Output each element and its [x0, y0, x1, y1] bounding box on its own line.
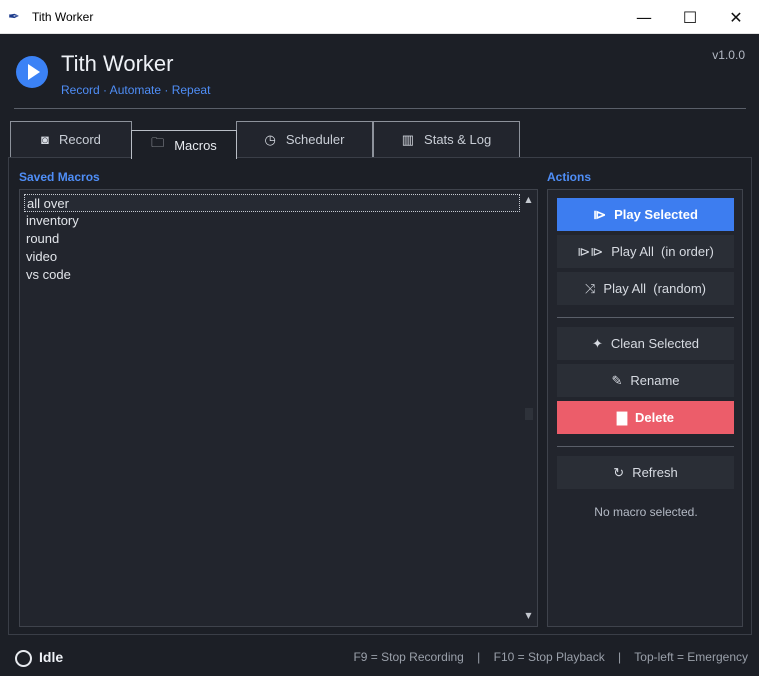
delete-button[interactable]: ▇ Delete [557, 401, 734, 434]
play-all-order-button[interactable]: ⧐⧐ Play All (in order) [557, 235, 734, 268]
status-bar: Idle F9 = Stop Recording | F10 = Stop Pl… [0, 640, 759, 676]
button-label: Play Selected [614, 207, 698, 222]
status-state: Idle [39, 649, 64, 665]
play-all-random-button[interactable]: ⤨ Play All (random) [557, 272, 734, 305]
play-logo-icon [16, 56, 48, 88]
button-label: Play All (in order) [611, 244, 714, 259]
clock-icon: ◷ [264, 131, 276, 147]
maximize-button[interactable]: ☐ [667, 0, 713, 34]
tab-record[interactable]: ◙ Record [10, 121, 132, 157]
tab-label: Stats & Log [424, 132, 492, 147]
play-selected-button[interactable]: ⧐ Play Selected [557, 198, 734, 231]
button-label: Rename [630, 373, 680, 388]
folder-icon: 🗀 [151, 135, 165, 150]
refresh-button[interactable]: ↻ Refresh [557, 456, 734, 489]
record-icon: ◙ [41, 132, 49, 147]
window-title: Tith Worker [32, 9, 94, 24]
actions-panel: ⧐ Play Selected ⧐⧐ Play All (in order) ⤨… [547, 189, 743, 627]
refresh-icon: ↻ [613, 464, 625, 480]
tab-macros[interactable]: 🗀 Macros [131, 130, 237, 159]
button-label: Delete [634, 410, 675, 425]
button-label: Play All (random) [603, 281, 706, 296]
actions-label: Actions [547, 170, 592, 184]
play-all-icon: ⧐⧐ [577, 243, 604, 259]
list-item[interactable]: video [24, 248, 520, 266]
button-label: Refresh [632, 465, 678, 480]
list-item[interactable]: vs code [24, 266, 520, 284]
app-subtitle: Record · Automate · Repeat [61, 83, 211, 97]
scroll-up-icon[interactable]: ▲ [522, 194, 535, 206]
app-header: Tith Worker Record · Automate · Repeat v… [0, 34, 759, 114]
window-titlebar: ✒ Tith Worker — ☐ ✕ [0, 0, 759, 34]
rename-button[interactable]: ✎ Rename [557, 364, 734, 397]
actions-divider [557, 446, 734, 447]
list-item[interactable]: round [24, 230, 520, 248]
list-item[interactable]: all over [24, 194, 520, 212]
button-label: Clean Selected [610, 336, 700, 351]
pencil-icon: ✎ [611, 372, 623, 388]
selection-status: No macro selected. [594, 505, 698, 519]
status-indicator-icon [15, 650, 32, 667]
header-divider [14, 108, 746, 109]
shuffle-icon: ⤨ [585, 280, 596, 296]
play-icon: ⧐ [593, 206, 607, 222]
app-title: Tith Worker [61, 51, 174, 76]
scroll-down-icon[interactable]: ▼ [522, 610, 535, 622]
clean-selected-button[interactable]: ✦ Clean Selected [557, 327, 734, 360]
version-label: v1.0.0 [712, 48, 745, 62]
list-scrollbar[interactable]: ▲ ▼ [522, 194, 535, 622]
tab-scheduler[interactable]: ◷ Scheduler [236, 121, 373, 157]
macro-list[interactable]: all over inventory round video vs code ▲… [19, 189, 538, 627]
hotkey-hints: F9 = Stop Recording | F10 = Stop Playbac… [353, 650, 748, 664]
feather-icon: ✒ [8, 8, 20, 25]
tab-stats-log[interactable]: ▥ Stats & Log [373, 121, 520, 157]
saved-macros-label: Saved Macros [19, 170, 100, 184]
tab-label: Macros [174, 137, 217, 153]
actions-divider [557, 317, 734, 318]
scroll-thumb[interactable] [525, 408, 533, 420]
sparkle-icon: ✦ [591, 335, 603, 351]
close-button[interactable]: ✕ [713, 0, 759, 34]
minimize-button[interactable]: — [621, 0, 667, 34]
tab-label: Scheduler [285, 132, 345, 147]
chart-icon: ▥ [401, 131, 415, 147]
tab-label: Record [58, 132, 101, 147]
list-item[interactable]: inventory [24, 212, 520, 230]
trash-icon: ▇ [616, 409, 627, 425]
